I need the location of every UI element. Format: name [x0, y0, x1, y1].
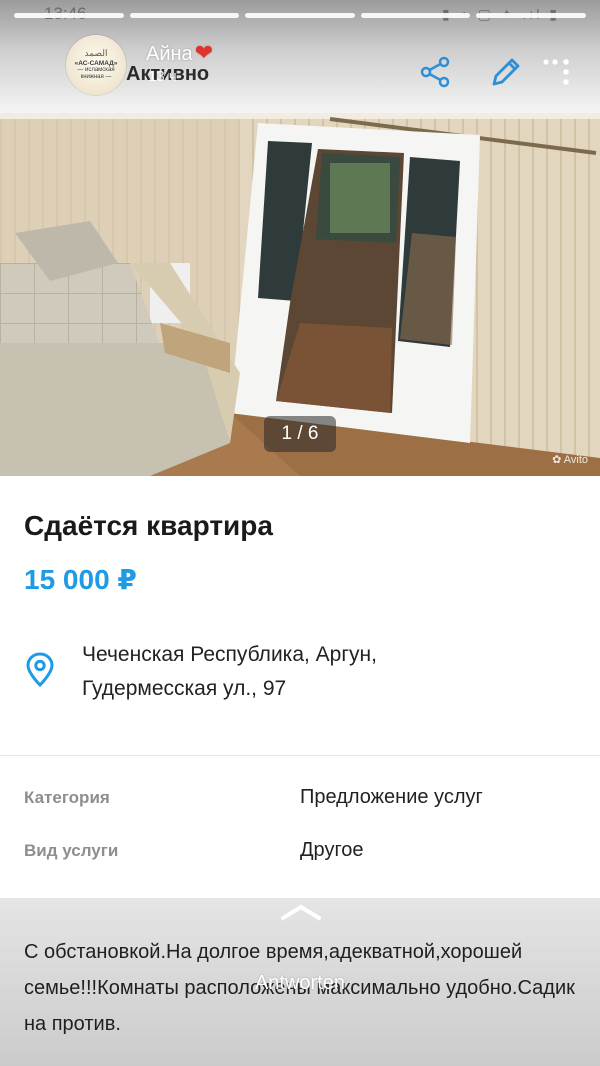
story-progress-segment — [14, 13, 124, 18]
avatar-logo-name: «АС-САМАД» — [74, 59, 118, 67]
param-value-category: Предложение услуг — [300, 786, 483, 808]
listing-title: Сдаётся квартира — [24, 510, 273, 541]
chevron-up-icon[interactable] — [280, 903, 322, 921]
pencil-icon[interactable] — [488, 54, 524, 90]
share-icon[interactable] — [418, 55, 452, 89]
photo-counter: 1 / 6 — [264, 416, 336, 452]
watermark-text: Avito — [563, 454, 588, 466]
story-username[interactable]: Айна❤ — [146, 40, 213, 66]
reply-button[interactable]: Antworten — [0, 972, 600, 995]
address-line-2: Гудермесская ул., 97 — [82, 677, 287, 700]
story-progress-segment — [360, 13, 471, 18]
address-row[interactable]: Чеченская Республика, Аргун, Гудермесска… — [0, 640, 600, 710]
story-progress-segment — [245, 13, 355, 18]
heart-icon: ❤ — [194, 40, 214, 65]
story-posted-time: 13 ч — [148, 68, 177, 85]
story-progress-segment — [129, 13, 240, 18]
avatar-logo-arabic: الصمد — [84, 49, 108, 60]
more-vertical-icon[interactable] — [540, 56, 574, 90]
param-label-category: Категория — [24, 788, 110, 807]
param-value-service-type: Другое — [300, 839, 364, 861]
photo-watermark: ✿ Avito — [552, 454, 588, 466]
story-avatar[interactable]: الصمد «АС-САМАД» — исламская книжная — — [66, 35, 126, 95]
section-divider — [0, 755, 600, 756]
listing-price: 15 000 ₽ — [24, 564, 137, 595]
story-progress-bars — [14, 13, 586, 18]
address-line-1: Чеченская Республика, Аргун, — [82, 643, 377, 666]
story-progress-segment — [476, 13, 586, 18]
story-username-text: Айна — [146, 43, 193, 65]
param-label-service-type: Вид услуги — [24, 841, 119, 860]
location-pin-icon — [26, 652, 54, 688]
avatar-logo-sub: — исламская книжная — — [77, 67, 115, 80]
